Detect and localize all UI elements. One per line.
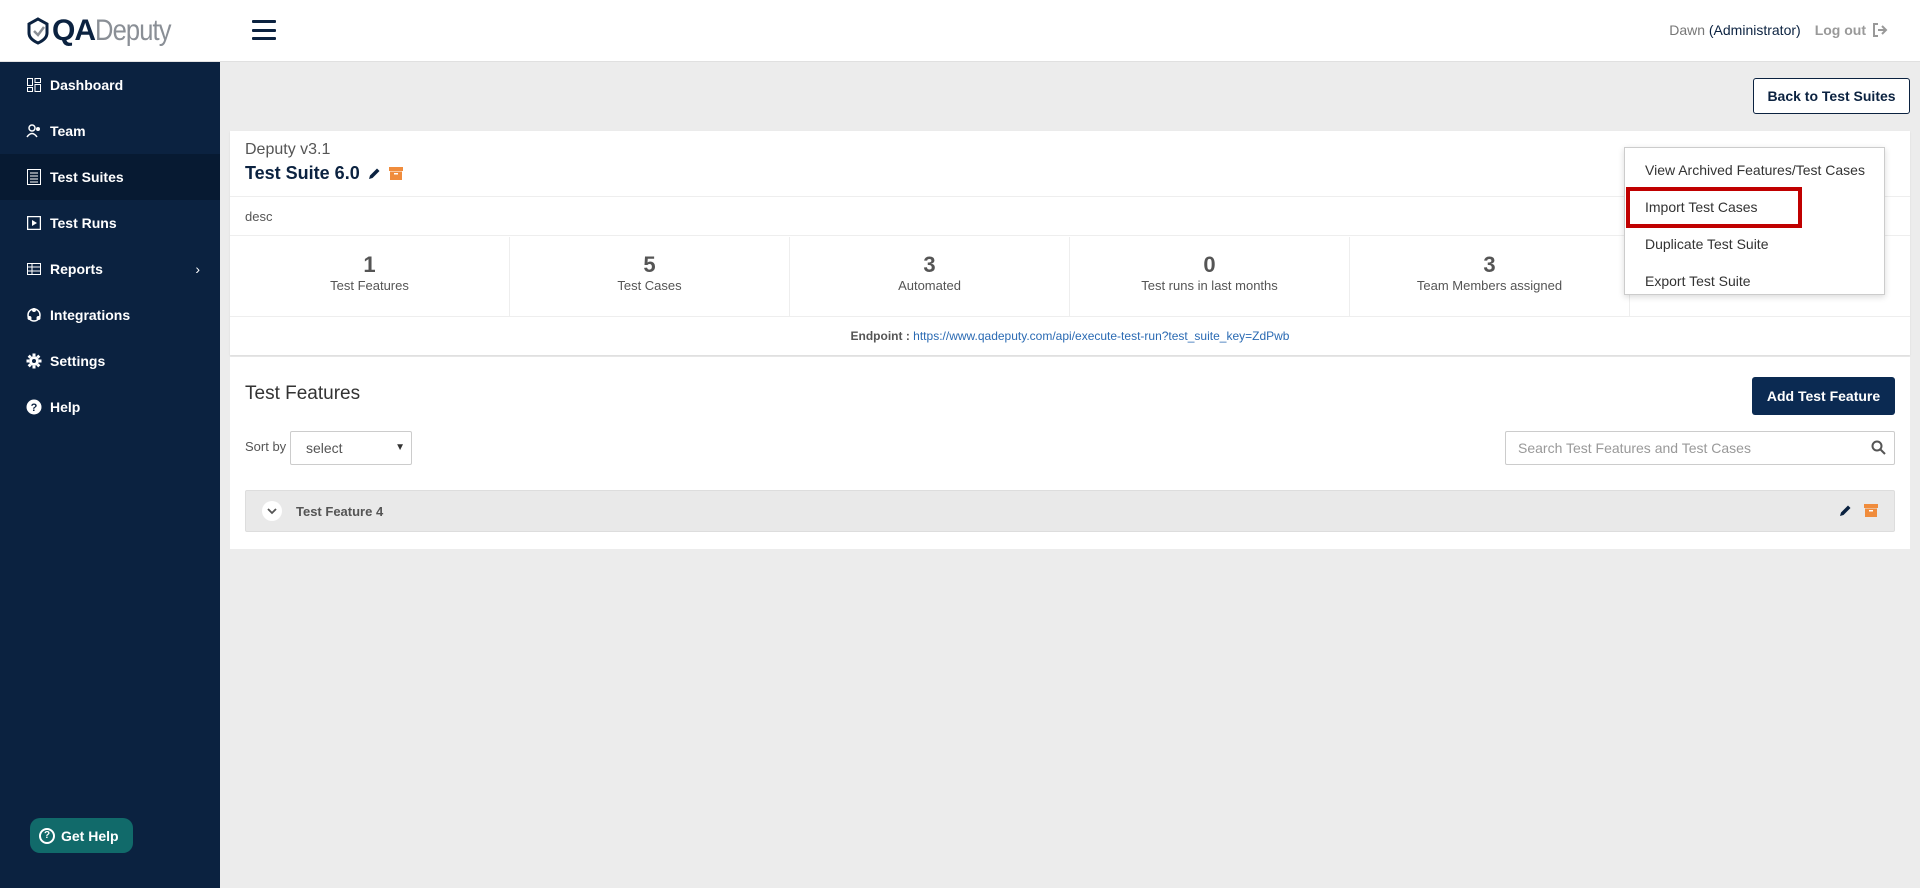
get-help-label: Get Help	[61, 827, 119, 844]
sidebar-item-settings[interactable]: Settings	[0, 338, 220, 384]
sidebar-item-label: Test Runs	[50, 215, 117, 231]
suite-actions-dropdown: View Archived Features/Test Cases Import…	[1624, 147, 1885, 295]
stat-value: 0	[1203, 252, 1216, 277]
archive-icon[interactable]	[1864, 504, 1878, 520]
play-icon	[26, 215, 42, 231]
stat-test-cases: 5 Test Cases	[510, 237, 790, 317]
sidebar-item-integrations[interactable]: Integrations	[0, 292, 220, 338]
sidebar-item-team[interactable]: Team	[0, 108, 220, 154]
sidebar-item-test-suites[interactable]: Test Suites	[0, 154, 220, 200]
feature-actions	[1839, 504, 1878, 520]
stat-value: 3	[1483, 252, 1496, 277]
menu-item-export-test-suite[interactable]: Export Test Suite	[1625, 263, 1884, 300]
sort-select[interactable]: select ▼	[290, 431, 412, 465]
sidebar-item-test-runs[interactable]: Test Runs	[0, 200, 220, 246]
chevron-down-icon[interactable]	[262, 501, 282, 521]
edit-pencil-icon[interactable]	[1839, 504, 1852, 520]
stat-value: 3	[923, 252, 936, 277]
menu-item-view-archived[interactable]: View Archived Features/Test Cases	[1625, 152, 1884, 189]
search-icon[interactable]	[1871, 440, 1886, 458]
list-icon	[26, 169, 42, 185]
menu-item-import-test-cases[interactable]: Import Test Cases	[1626, 187, 1802, 228]
user-name: Dawn	[1669, 22, 1705, 38]
sidebar-item-label: Settings	[50, 353, 106, 369]
sidebar-item-label: Test Suites	[50, 169, 124, 185]
question-icon: ?	[39, 827, 55, 844]
stat-label: Test Cases	[617, 278, 682, 293]
project-name: Deputy v3.1	[245, 141, 331, 158]
stat-automated: 3 Automated	[790, 237, 1070, 317]
sidebar-item-label: Reports	[50, 261, 103, 277]
stat-value: 5	[643, 252, 656, 277]
sidebar: QA Deputy Dashboard Team Test Suites Tes…	[0, 0, 220, 888]
user-role: (Administrator)	[1708, 22, 1801, 38]
stat-label: Test runs in last months	[1141, 278, 1278, 293]
sidebar-item-help[interactable]: ? Help	[0, 384, 220, 430]
test-features-panel: Test Features Add Test Feature Sort by s…	[230, 357, 1910, 549]
logout-link[interactable]: Log out	[1815, 22, 1888, 38]
search-input[interactable]	[1506, 432, 1846, 464]
section-title: Test Features	[245, 383, 361, 404]
endpoint-row: Endpoint : https://www.qadeputy.com/api/…	[230, 317, 1910, 355]
chevron-right-icon: ›	[195, 261, 200, 277]
endpoint-label: Endpoint :	[850, 329, 910, 343]
feature-name: Test Feature 4	[296, 503, 384, 519]
back-to-test-suites-button[interactable]: Back to Test Suites	[1753, 78, 1910, 114]
edit-pencil-icon[interactable]	[368, 167, 381, 180]
stat-label: Team Members assigned	[1416, 278, 1563, 293]
gear-icon	[26, 353, 42, 369]
sidebar-item-reports[interactable]: Reports ›	[0, 246, 220, 292]
sidebar-item-label: Integrations	[50, 307, 131, 323]
user-area: Dawn (Administrator) Log out	[1669, 22, 1888, 38]
svg-text:?: ?	[31, 402, 38, 414]
get-help-button[interactable]: ? Get Help	[30, 818, 133, 853]
suite-name: Test Suite 6.0	[245, 163, 360, 183]
logout-icon	[1873, 23, 1888, 37]
add-test-feature-button[interactable]: Add Test Feature	[1752, 377, 1895, 415]
sidebar-item-dashboard[interactable]: Dashboard	[0, 62, 220, 108]
sidebar-item-label: Help	[50, 399, 81, 415]
logo[interactable]: QA Deputy	[0, 0, 220, 62]
grid-icon	[26, 77, 42, 93]
logo-shield-icon	[27, 16, 49, 45]
stat-value: 1	[363, 252, 376, 277]
suite-title: Test Suite 6.0	[245, 163, 403, 184]
top-bar: Dawn (Administrator) Log out	[220, 0, 1920, 62]
sort-value: select	[306, 440, 343, 456]
search-box	[1505, 431, 1895, 465]
table-icon	[26, 261, 42, 277]
stat-test-runs: 0 Test runs in last months	[1070, 237, 1350, 317]
stat-label: Automated	[898, 278, 961, 293]
hamburger-menu-icon[interactable]	[252, 20, 276, 40]
logo-text-qa: QA	[52, 13, 96, 47]
logo-text-deputy: Deputy	[95, 13, 172, 47]
sidebar-item-label: Team	[50, 123, 86, 139]
menu-item-duplicate-test-suite[interactable]: Duplicate Test Suite	[1625, 226, 1884, 263]
caret-down-icon: ▼	[395, 442, 405, 453]
stat-label: Test Features	[330, 278, 409, 293]
users-icon	[26, 123, 42, 139]
sidebar-nav: Dashboard Team Test Suites Test Runs Rep…	[0, 62, 220, 430]
feature-row[interactable]: Test Feature 4	[245, 490, 1895, 532]
sidebar-item-label: Dashboard	[50, 77, 124, 93]
stat-team-members: 3 Team Members assigned	[1350, 237, 1630, 317]
help-icon: ?	[26, 399, 42, 415]
logout-label: Log out	[1814, 22, 1866, 38]
stat-test-features: 1 Test Features	[230, 237, 510, 317]
endpoint-link[interactable]: https://www.qadeputy.com/api/execute-tes…	[913, 329, 1289, 343]
archive-icon[interactable]	[388, 167, 403, 180]
integrations-icon	[26, 307, 42, 323]
sort-label: Sort by	[245, 439, 287, 454]
